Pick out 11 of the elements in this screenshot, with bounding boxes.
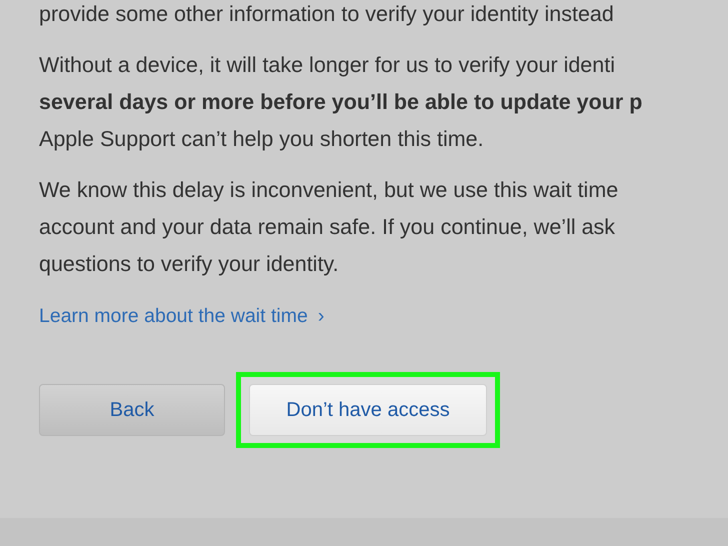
text-line: provide some other information to verify your identity instead <box>39 1 614 28</box>
text-line: Without a device, it will take longer for us to verify your identi <box>39 52 615 79</box>
wait-time-link[interactable]: Learn more about the wait time › <box>39 305 324 328</box>
back-button[interactable]: Back <box>39 384 225 436</box>
chevron-icon: › <box>318 305 324 328</box>
access-button[interactable]: Don’t have access <box>249 384 487 436</box>
text-line: questions to verify your identity. <box>39 251 339 278</box>
text-line: We know this delay is inconvenient, but we use this wait time <box>39 177 618 204</box>
text-line: Apple Support can’t help you shorten this time. <box>39 126 484 153</box>
text-line: account and your data remain safe. If you continue, we’ll ask <box>39 214 616 241</box>
text-line: several days or more before you’ll be able to update your p <box>39 89 642 116</box>
